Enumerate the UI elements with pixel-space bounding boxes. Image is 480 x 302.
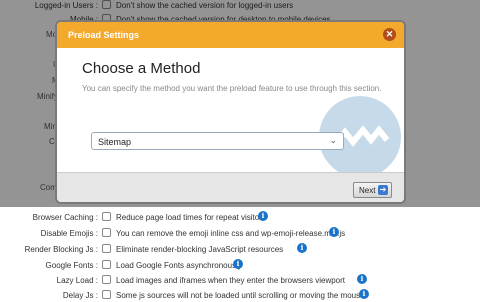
setting-label: Disable Emojis :	[40, 229, 98, 238]
setting-description: Load Google Fonts asynchronously	[116, 261, 242, 270]
setting-description: Reduce page load times for repeat visito…	[116, 213, 266, 222]
info-icon[interactable]: i	[258, 211, 268, 221]
checkbox[interactable]	[102, 260, 111, 269]
setting-description: Eliminate render-blocking JavaScript res…	[116, 245, 284, 254]
next-button[interactable]: Next ➔	[353, 182, 392, 198]
setting-label: Google Fonts :	[45, 261, 98, 270]
setting-label: Browser Caching :	[32, 213, 98, 222]
info-icon[interactable]: i	[359, 289, 369, 299]
setting-render-blocking-js: Render Blocking Js : Eliminate render-bl…	[0, 243, 480, 256]
arrow-right-icon: ➔	[378, 185, 388, 195]
modal-header: Preload Settings ✕	[57, 22, 404, 48]
setting-lazy-load: Lazy Load : Load images and iframes when…	[0, 274, 480, 287]
checkbox[interactable]	[102, 244, 111, 253]
setting-browser-caching: Browser Caching : Reduce page load times…	[0, 211, 480, 224]
method-select[interactable]: Sitemap ⌄	[91, 132, 344, 150]
modal-title: Preload Settings	[68, 30, 140, 40]
checkbox[interactable]	[102, 212, 111, 221]
next-button-label: Next	[359, 186, 376, 195]
info-icon[interactable]: i	[357, 274, 367, 284]
setting-label: Render Blocking Js :	[24, 245, 98, 254]
setting-delay-js: Delay Js : Some js sources will not be l…	[0, 289, 480, 302]
info-icon[interactable]: i	[233, 259, 243, 269]
setting-label: Delay Js :	[62, 291, 98, 300]
checkbox[interactable]	[102, 275, 111, 284]
setting-disable-emojis: Disable Emojis : You can remove the emoj…	[0, 227, 480, 240]
modal-description: You can specify the method you want the …	[82, 84, 382, 93]
setting-description: You can remove the emoji inline css and …	[116, 229, 346, 238]
chevron-down-icon: ⌄	[329, 135, 337, 145]
setting-label: Lazy Load :	[56, 276, 98, 285]
modal-heading: Choose a Method	[82, 60, 201, 77]
checkbox[interactable]	[102, 290, 111, 299]
setting-description: Some js sources will not be loaded until…	[116, 291, 365, 300]
method-select-value: Sitemap	[98, 137, 132, 147]
info-icon[interactable]: i	[329, 227, 339, 237]
info-icon[interactable]: i	[297, 243, 307, 253]
setting-google-fonts: Google Fonts : Load Google Fonts asynchr…	[0, 259, 480, 272]
checkbox[interactable]	[102, 228, 111, 237]
modal-footer: Next ➔	[57, 172, 404, 202]
preload-settings-modal: Preload Settings ✕ Choose a Method You c…	[55, 20, 406, 204]
close-icon[interactable]: ✕	[383, 28, 396, 41]
setting-description: Load images and iframes when they enter …	[116, 276, 346, 285]
